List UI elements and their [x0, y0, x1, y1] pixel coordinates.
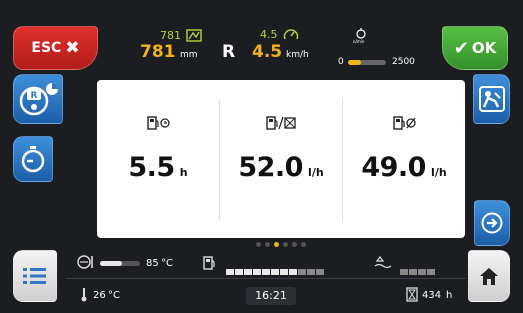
fuel-time-unit: h [179, 166, 188, 179]
adblue-level-bar [400, 260, 436, 275]
fuel-rate-value: 52.0 l/h [220, 152, 342, 183]
home-button[interactable] [468, 250, 510, 302]
level-segment [418, 269, 426, 275]
fuel-rate-number: 52.0 [238, 152, 303, 183]
operating-hours-value: 434 [422, 290, 442, 301]
coolant-temp-bar [100, 261, 140, 266]
svg-text:R: R [31, 91, 38, 101]
engine-rpm-icon [356, 28, 366, 39]
stopwatch-icon [21, 146, 45, 173]
speed-unit: km/h [286, 50, 309, 60]
outside-temp-unit: °C [108, 290, 120, 301]
page-dot[interactable] [301, 242, 306, 247]
fuel-average-column: 49.0 l/h [343, 80, 465, 238]
esc-label: ESC [31, 40, 62, 56]
page-dot[interactable] [283, 242, 288, 247]
level-segment [271, 269, 279, 275]
coolant-temp-value: 85 [146, 258, 159, 269]
arrow-right-circle-icon [481, 212, 503, 234]
clock: 16:21 [246, 287, 296, 305]
level-segment [235, 269, 243, 275]
fuel-pump-average-icon [343, 116, 465, 133]
level-segment [400, 269, 408, 275]
fuel-average-value: 49.0 l/h [343, 152, 465, 183]
steering-settings-icon: R [19, 83, 58, 116]
ok-button[interactable]: ✔ OK [442, 26, 508, 70]
fuel-pump-clock-icon [97, 116, 219, 133]
home-icon [480, 268, 498, 285]
status-bottom-strip: 85 °C 26 °C 16:21 434 h [66, 248, 466, 306]
rpm-icon-label: n/min [353, 39, 365, 44]
rpm-min: 0 [338, 57, 344, 67]
implement-height-setpoint: 781 [160, 29, 181, 42]
fuel-pump-area-icon [220, 116, 342, 133]
page-dot[interactable] [292, 242, 297, 247]
speed-setpoint: 4.5 [260, 28, 278, 41]
esc-button[interactable]: ESC ✖ [13, 26, 98, 70]
close-x-icon: ✖ [65, 38, 80, 58]
fuel-rate-column: 52.0 l/h [220, 80, 342, 238]
coolant-temp-icon [77, 255, 93, 269]
rpm-max: 2500 [392, 57, 415, 67]
gear-indicator: R [222, 42, 236, 62]
fuel-time-number: 5.5 [128, 152, 175, 183]
page-dot[interactable] [265, 242, 270, 247]
operating-hours-unit: h [446, 290, 453, 301]
fuel-average-number: 49.0 [361, 152, 426, 183]
level-segment [316, 269, 324, 275]
level-segment [298, 269, 306, 275]
cab-settings-button[interactable] [473, 74, 510, 124]
level-segment [409, 269, 417, 275]
next-page-button[interactable] [474, 200, 510, 246]
rpm-bar [348, 60, 386, 65]
fuel-time-value: 5.5 h [97, 152, 219, 183]
power-steering-button[interactable]: R [13, 74, 63, 124]
level-segment [307, 269, 315, 275]
speed-value: 4.5 [252, 42, 283, 62]
implement-height-value: 781 [140, 42, 176, 62]
hour-glass-icon [406, 287, 418, 302]
speedometer-icon [283, 29, 299, 40]
level-segment [262, 269, 270, 275]
coolant-temp-bar-fill [100, 261, 122, 266]
outside-temp-value: 26 [93, 290, 106, 301]
level-segment [226, 269, 234, 275]
adblue-icon [374, 256, 392, 269]
level-segment [289, 269, 297, 275]
fuel-rate-unit: l/h [308, 166, 324, 179]
fuel-level-icon [203, 256, 215, 270]
bottom-separator [66, 278, 466, 279]
page-dot[interactable] [274, 242, 279, 247]
level-segment [244, 269, 252, 275]
implement-height-unit: mm [180, 50, 198, 60]
stopwatch-button[interactable] [13, 136, 53, 182]
level-segment [280, 269, 288, 275]
seat-steering-icon [478, 86, 505, 112]
menu-list-icon [23, 268, 46, 284]
thermometer-icon [81, 288, 87, 302]
menu-button[interactable] [13, 250, 57, 302]
status-top-strip: 781 781 mm R 4.5 4.5 km/h n/min 0 2500 [100, 26, 440, 76]
fuel-info-panel[interactable]: 5.5 h 52.0 l/h 49.0 l/h [97, 80, 465, 247]
ok-label: OK [471, 39, 497, 57]
checkmark-icon: ✔ [453, 37, 469, 59]
implement-height-icon [186, 29, 202, 42]
level-segment [253, 269, 261, 275]
fuel-average-unit: l/h [431, 166, 447, 179]
page-dot[interactable] [256, 242, 261, 247]
level-segment [427, 269, 435, 275]
rpm-bar-fill [348, 60, 362, 65]
coolant-temp-unit: °C [161, 258, 173, 269]
fuel-level-bar [226, 260, 325, 275]
fuel-time-column: 5.5 h [97, 80, 219, 238]
